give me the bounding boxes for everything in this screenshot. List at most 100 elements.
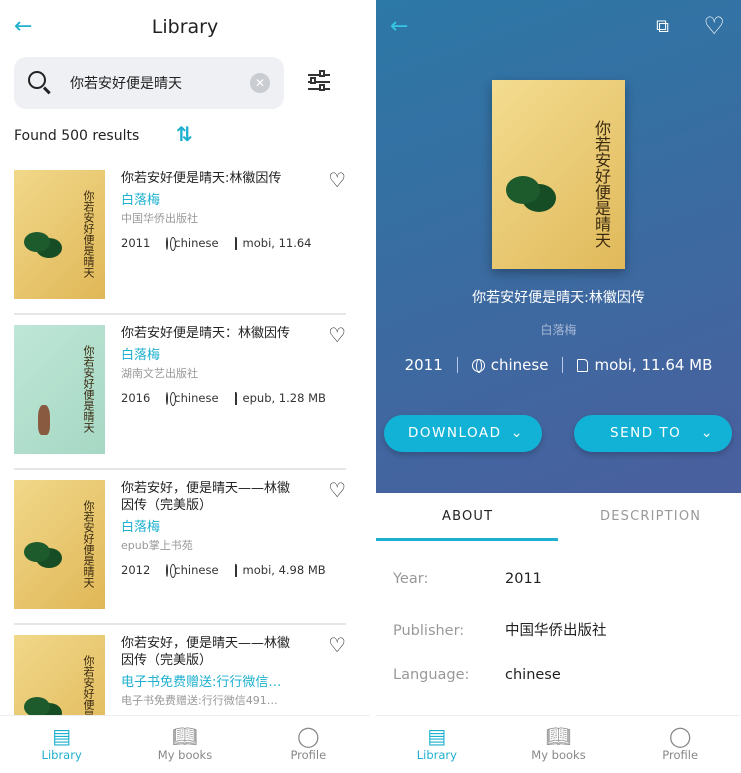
- book-icon: 📖︎: [545, 724, 572, 748]
- language: chinese: [174, 391, 219, 405]
- nav-library[interactable]: ▤ Library: [0, 716, 123, 773]
- bottom-nav: ▤ Library 📖︎ My books ◯ Profile: [376, 715, 741, 773]
- detail-row-language: Language: chinese: [393, 667, 561, 683]
- year: 2016: [121, 391, 151, 405]
- detail-tabs: ABOUT DESCRIPTION: [376, 493, 741, 541]
- book-cover[interactable]: 你若安好便是晴天: [14, 325, 105, 454]
- share-icon[interactable]: ⧉: [656, 16, 669, 37]
- file-icon: [577, 358, 589, 372]
- cover-plant-art: [506, 176, 540, 204]
- book-title[interactable]: 你若安好便是晴天：林徽因传: [121, 325, 301, 342]
- favorite-heart-icon[interactable]: ♡: [328, 478, 346, 502]
- bottom-nav: ▤ Library 📖︎ My books ◯ Profile: [0, 715, 370, 773]
- book-cover: 你若安好便是晴天: [492, 80, 625, 269]
- search-query[interactable]: 你若安好便是晴天: [70, 73, 182, 93]
- download-label: DOWNLOAD: [408, 425, 502, 441]
- library-icon: ▤: [52, 724, 72, 748]
- cover-art: [24, 542, 50, 562]
- send-to-label: SEND TO: [610, 425, 682, 441]
- tab-description[interactable]: DESCRIPTION: [600, 509, 701, 524]
- book-author[interactable]: 电子书免费赠送:行行微信…: [121, 671, 301, 690]
- book-author[interactable]: 白落梅: [121, 344, 301, 363]
- library-icon: ▤: [427, 724, 447, 748]
- book-publisher: 湖南文艺出版社: [121, 367, 198, 380]
- year: 2011: [121, 236, 151, 250]
- book-author[interactable]: 白落梅: [121, 516, 301, 535]
- book-publisher: epub掌上书苑: [121, 539, 193, 552]
- globe-icon: [471, 358, 485, 373]
- nav-label: Profile: [290, 748, 327, 762]
- favorite-heart-icon[interactable]: ♡: [703, 12, 725, 40]
- year: 2012: [121, 563, 151, 577]
- tab-about[interactable]: ABOUT: [442, 509, 493, 524]
- book-list-item[interactable]: 你若安好便是晴天 你若安好便是晴天:林徽因传 白落梅 中国华侨出版社 2011 c…: [14, 160, 346, 315]
- book-icon: 📖︎: [172, 724, 198, 748]
- file-info: mobi, 11.64: [242, 236, 312, 250]
- filter-sliders-icon[interactable]: [306, 70, 332, 94]
- library-screen: ← Library 你若安好便是晴天 ✕ Found 500 results ⇅…: [0, 0, 370, 773]
- cover-text: 你若安好便是晴天: [592, 120, 611, 248]
- file-info: epub, 1.28 MB: [242, 391, 326, 405]
- cover-text: 你若安好便是晴天: [82, 345, 95, 433]
- book-title[interactable]: 你若安好，便是晴天——林徽因传（完美版）: [121, 480, 301, 514]
- nav-profile[interactable]: ◯ Profile: [247, 716, 370, 773]
- clear-icon[interactable]: ✕: [250, 73, 270, 93]
- book-list-item[interactable]: 你若安好便是晴天 你若安好便是晴天：林徽因传 白落梅 湖南文艺出版社 2016 c…: [14, 315, 346, 470]
- download-button[interactable]: DOWNLOAD ⌄: [384, 415, 542, 452]
- person-icon: ◯: [668, 724, 692, 748]
- book-title[interactable]: 你若安好，便是晴天——林徽因传（完美版）: [121, 635, 301, 669]
- book-cover[interactable]: 你若安好便是晴天: [14, 170, 105, 299]
- search-input[interactable]: 你若安好便是晴天 ✕: [14, 57, 284, 109]
- cover-art: [24, 697, 50, 717]
- book-title: 你若安好便是晴天:林徽因传: [472, 290, 645, 306]
- nav-label: Library: [416, 748, 457, 762]
- book-detail-screen: ← ⧉ ♡ 你若安好便是晴天 你若安好便是晴天:林徽因传 白落梅 2011 ch…: [376, 0, 741, 773]
- send-to-button[interactable]: SEND TO ⌄: [574, 415, 732, 452]
- file-icon: [234, 391, 237, 405]
- language: chinese: [174, 563, 219, 577]
- active-tab-indicator: [376, 538, 558, 541]
- book-hero: ← ⧉ ♡ 你若安好便是晴天 你若安好便是晴天:林徽因传 白落梅 2011 ch…: [376, 0, 741, 493]
- language: chinese: [490, 356, 549, 374]
- back-arrow-icon[interactable]: ←: [390, 14, 408, 39]
- file-info: mobi, 4.98 MB: [242, 563, 326, 577]
- year: 2011: [404, 356, 443, 374]
- nav-label: My books: [157, 748, 213, 762]
- nav-library[interactable]: ▤ Library: [376, 716, 498, 773]
- results-count: Found 500 results: [14, 128, 140, 144]
- favorite-heart-icon[interactable]: ♡: [328, 323, 346, 347]
- cover-text: 你若安好便是晴天: [82, 190, 95, 278]
- language: chinese: [174, 236, 219, 250]
- sort-icon[interactable]: ⇅: [176, 122, 193, 146]
- book-publisher: 中国华侨出版社: [121, 212, 198, 225]
- cover-art: [24, 232, 50, 252]
- favorite-heart-icon[interactable]: ♡: [328, 633, 346, 657]
- book-cover[interactable]: 你若安好便是晴天: [14, 480, 105, 609]
- chevron-down-icon: ⌄: [700, 425, 714, 441]
- page-title: Library: [151, 16, 219, 38]
- nav-label: Profile: [662, 748, 699, 762]
- book-title[interactable]: 你若安好便是晴天:林徽因传: [121, 170, 301, 187]
- chevron-down-icon: ⌄: [510, 425, 524, 441]
- results-list: 你若安好便是晴天 你若安好便是晴天:林徽因传 白落梅 中国华侨出版社 2011 c…: [0, 160, 370, 773]
- search-icon: [28, 71, 46, 89]
- top-bar: ← Library: [0, 0, 370, 56]
- book-meta: 2011 chinese mobi, 11.64 MB: [376, 356, 741, 374]
- globe-icon: [166, 391, 177, 406]
- nav-profile[interactable]: ◯ Profile: [619, 716, 741, 773]
- detail-row-publisher: Publisher: 中国华侨出版社: [393, 623, 607, 639]
- book-publisher: 电子书免费赠送:行行微信491…: [121, 694, 278, 707]
- file-icon: [234, 563, 237, 577]
- file-icon: [234, 236, 237, 250]
- nav-label: My books: [531, 748, 586, 762]
- nav-my-books[interactable]: 📖︎ My books: [123, 716, 246, 773]
- favorite-heart-icon[interactable]: ♡: [328, 168, 346, 192]
- book-author[interactable]: 白落梅: [121, 189, 301, 208]
- file-info: mobi, 11.64 MB: [594, 356, 713, 374]
- nav-my-books[interactable]: 📖︎ My books: [498, 716, 620, 773]
- book-list-item[interactable]: 你若安好便是晴天 你若安好，便是晴天——林徽因传（完美版） 白落梅 epub掌上…: [14, 470, 346, 625]
- nav-label: Library: [41, 748, 82, 762]
- person-icon: ◯: [297, 724, 320, 748]
- book-author[interactable]: 白落梅: [376, 321, 741, 338]
- globe-icon: [166, 236, 177, 251]
